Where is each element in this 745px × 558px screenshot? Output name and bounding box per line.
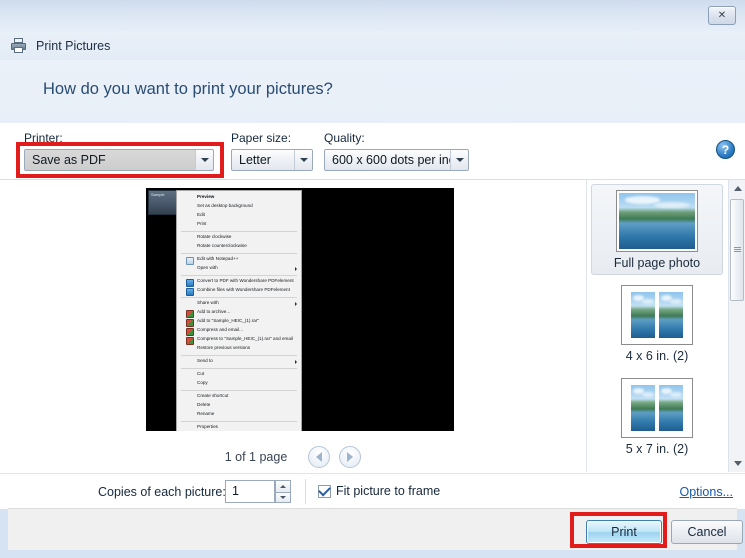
menu-separator bbox=[181, 252, 297, 254]
checkbox-icon bbox=[318, 483, 331, 498]
preview-pane: Sample Preview Set as desktop background E… bbox=[0, 180, 587, 472]
layout-thumbnail bbox=[616, 190, 698, 252]
context-menu-item[interactable]: Edit bbox=[177, 211, 301, 220]
context-menu-item[interactable]: Cut bbox=[177, 370, 301, 379]
layout-list[interactable]: Full page photo 4 x 6 in. (2) 5 x 7 in. (2… bbox=[587, 180, 727, 472]
cancel-button[interactable]: Cancel bbox=[671, 520, 743, 544]
help-icon[interactable]: ? bbox=[716, 140, 735, 159]
print-pictures-dialog: ✕ Print Pictures How do you want to prin… bbox=[0, 0, 745, 558]
fit-picture-label: Fit picture to frame bbox=[336, 484, 441, 498]
stepper-down-icon[interactable] bbox=[275, 491, 291, 503]
context-menu-item[interactable]: Create shortcut bbox=[177, 392, 301, 401]
layout-thumbnail bbox=[621, 378, 693, 438]
menu-separator bbox=[181, 389, 297, 391]
options-link[interactable]: Options... bbox=[680, 485, 734, 499]
quality-value: 600 x 600 dots per inch bbox=[332, 153, 450, 167]
context-menu-item[interactable]: Add to "Sample_HEIC_(1).rar" bbox=[177, 317, 301, 327]
context-menu-item[interactable]: Copy bbox=[177, 379, 301, 388]
context-menu-item[interactable]: Rotate counterclockwise bbox=[177, 242, 301, 251]
footer-bar: Print Cancel bbox=[8, 508, 743, 550]
submenu-arrow-icon bbox=[295, 360, 297, 364]
layout-option[interactable]: Full page photo bbox=[591, 184, 723, 275]
layout-option-label: 5 x 7 in. (2) bbox=[625, 442, 689, 456]
context-menu-item[interactable]: Properties bbox=[177, 423, 301, 431]
previous-page-button[interactable] bbox=[308, 446, 331, 468]
submenu-arrow-icon bbox=[295, 267, 297, 271]
menu-separator bbox=[181, 296, 297, 298]
menu-separator bbox=[181, 230, 297, 232]
context-menu-item[interactable]: Rotate clockwise bbox=[177, 233, 301, 242]
close-icon[interactable]: ✕ bbox=[708, 6, 736, 25]
printer-select[interactable]: Save as PDF bbox=[24, 149, 214, 171]
context-menu-item[interactable]: Delete bbox=[177, 401, 301, 410]
paper-size-label: Paper size: bbox=[231, 131, 292, 145]
layout-option-label: Full page photo bbox=[613, 256, 701, 270]
context-menu-item[interactable]: Compress to "Sample_HEIC_(1).rar" and em… bbox=[177, 335, 301, 345]
page-indicator: 1 of 1 page bbox=[224, 450, 288, 464]
page-title: How do you want to print your pictures? bbox=[43, 80, 333, 98]
page-navigation: 1 of 1 page bbox=[0, 442, 586, 472]
context-menu-screenshot: Preview Set as desktop background Edit Prin… bbox=[176, 190, 302, 431]
scroll-down-icon[interactable] bbox=[729, 455, 745, 472]
layout-scrollbar[interactable] bbox=[728, 180, 745, 472]
context-menu-item[interactable]: Share with bbox=[177, 299, 301, 308]
layout-option-label: 4 x 6 in. (2) bbox=[625, 349, 689, 363]
context-menu-item[interactable]: Combine files with Wondershare PDFelemen… bbox=[177, 286, 301, 296]
printer-label: Printer: bbox=[24, 131, 63, 145]
context-menu-item[interactable]: Preview bbox=[177, 193, 301, 202]
next-page-button[interactable] bbox=[339, 446, 362, 468]
printer-icon bbox=[10, 37, 27, 54]
quality-select[interactable]: 600 x 600 dots per inch bbox=[324, 149, 469, 171]
pdfelement-icon bbox=[186, 287, 194, 296]
context-menu-item[interactable]: Set as desktop background bbox=[177, 202, 301, 211]
layout-option[interactable]: 4 x 6 in. (2) bbox=[591, 279, 723, 368]
context-menu-item[interactable]: Add to archive... bbox=[177, 308, 301, 318]
context-menu-item[interactable]: Edit with Notepad++ bbox=[177, 255, 301, 265]
print-preview-image: Sample Preview Set as desktop background E… bbox=[146, 188, 454, 431]
layout-thumbnail bbox=[621, 285, 693, 345]
stepper-up-icon[interactable] bbox=[275, 480, 291, 492]
printer-select-value: Save as PDF bbox=[25, 150, 195, 170]
copies-label: Copies of each picture: bbox=[98, 485, 226, 499]
paper-size-select[interactable]: Letter bbox=[231, 149, 313, 171]
copies-stepper[interactable] bbox=[275, 480, 291, 503]
layout-option[interactable]: 5 x 7 in. (2) bbox=[591, 372, 723, 461]
chevron-down-icon bbox=[294, 150, 312, 170]
paper-size-value: Letter bbox=[239, 153, 271, 167]
divider bbox=[305, 479, 306, 504]
scroll-up-icon[interactable] bbox=[729, 180, 745, 197]
print-button[interactable]: Print bbox=[586, 520, 662, 544]
context-menu-item[interactable]: Rename bbox=[177, 410, 301, 419]
context-menu-item[interactable]: Send to bbox=[177, 357, 301, 366]
heading-band: How do you want to print your pictures? bbox=[0, 60, 745, 124]
context-menu-item[interactable]: Open with bbox=[177, 264, 301, 273]
app-header: Print Pictures bbox=[0, 31, 745, 60]
chevron-down-icon bbox=[450, 150, 468, 170]
chevron-down-icon bbox=[195, 150, 213, 170]
menu-separator bbox=[181, 420, 297, 422]
context-menu-item[interactable]: Restore previous versions bbox=[177, 344, 301, 353]
submenu-arrow-icon bbox=[295, 302, 297, 306]
quality-label: Quality: bbox=[324, 131, 365, 145]
copies-input[interactable]: 1 bbox=[225, 480, 275, 503]
menu-separator bbox=[181, 367, 297, 369]
title-bar: ✕ bbox=[0, 0, 745, 31]
menu-separator bbox=[181, 274, 297, 276]
context-menu-item[interactable]: Compress and email... bbox=[177, 326, 301, 336]
fit-picture-checkbox[interactable]: Fit picture to frame bbox=[318, 483, 441, 498]
options-row: Copies of each picture: 1 Fit picture to… bbox=[0, 473, 745, 509]
scrollbar-thumb[interactable] bbox=[730, 199, 744, 301]
context-menu-item[interactable]: Print bbox=[177, 220, 301, 229]
context-menu-item[interactable]: Convert to PDF with Wondershare PDFeleme… bbox=[177, 277, 301, 287]
menu-separator bbox=[181, 354, 297, 356]
app-title: Print Pictures bbox=[36, 38, 111, 53]
